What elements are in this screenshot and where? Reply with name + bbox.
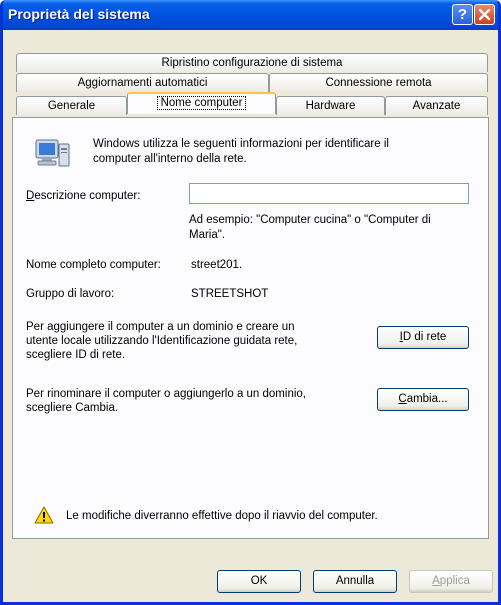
apply-label: pplica — [439, 575, 470, 587]
tab-connessione-remota[interactable]: Connessione remota — [269, 73, 488, 92]
restart-warning: Le modifiche diverranno effettive dopo i… — [66, 510, 378, 522]
domain-text-line-2: utente locale utilizzando l'Identificazi… — [26, 335, 298, 347]
description-label-text: escrizione computer: — [34, 190, 141, 202]
fullname-value: street201. — [191, 259, 243, 271]
example-line-1: Ad esempio: "Computer cucina" o "Compute… — [189, 214, 431, 226]
network-id-label: D di rete — [402, 331, 447, 343]
ok-button[interactable]: OK — [217, 570, 301, 593]
apply-accesskey: A — [432, 575, 440, 587]
change-button[interactable]: Cambia... — [377, 388, 469, 411]
close-button[interactable] — [474, 4, 495, 25]
title-bar[interactable]: Proprietà del sistema ? — [3, 0, 498, 30]
rename-text-line-2: scegliere Cambia. — [26, 402, 119, 414]
rename-text-line-1: Per rinominare il computer o aggiungerlo… — [26, 388, 306, 400]
tab-panel-nome-computer: Windows utilizza le seguenti informazion… — [12, 117, 489, 539]
tab-generale[interactable]: Generale — [16, 96, 127, 115]
domain-text-line-1: Per aggiungere il computer a un dominio … — [26, 321, 295, 333]
warning-icon — [34, 506, 54, 524]
change-label: ambia... — [406, 393, 448, 405]
description-label: Descrizione computer: — [26, 190, 140, 202]
computer-icon — [35, 139, 70, 167]
intro-line-1: Windows utilizza le seguenti informazion… — [93, 138, 389, 150]
window-title: Proprietà del sistema — [8, 6, 150, 22]
help-icon: ? — [457, 6, 468, 23]
tab-avanzate[interactable]: Avanzate — [385, 96, 488, 115]
network-id-button[interactable]: ID di rete — [377, 326, 469, 349]
change-accesskey: C — [398, 393, 407, 405]
help-button[interactable]: ? — [452, 4, 473, 25]
workgroup-value: STREETSHOT — [191, 288, 269, 300]
fullname-label: Nome completo computer: — [26, 259, 161, 271]
cancel-button[interactable]: Annulla — [313, 570, 397, 593]
close-icon — [478, 8, 491, 21]
tab-aggiornamenti[interactable]: Aggiornamenti automatici — [16, 73, 269, 92]
tab-nome-computer-label: Nome computer — [156, 96, 247, 110]
domain-text-line-3: scegliere ID di rete. — [26, 349, 126, 361]
description-field[interactable] — [189, 183, 469, 204]
system-properties-window: Proprietà del sistema ? Ripristino confi… — [0, 0, 501, 605]
workgroup-label: Gruppo di lavoro: — [26, 288, 115, 300]
tab-nome-computer[interactable]: Nome computer — [127, 92, 276, 114]
tab-ripristino[interactable]: Ripristino configurazione di sistema — [16, 53, 488, 72]
apply-button[interactable]: Applica — [409, 570, 493, 593]
tab-hardware[interactable]: Hardware — [276, 96, 385, 115]
intro-line-2: computer all'interno della rete. — [93, 153, 247, 165]
example-line-2: Maria". — [189, 229, 226, 241]
